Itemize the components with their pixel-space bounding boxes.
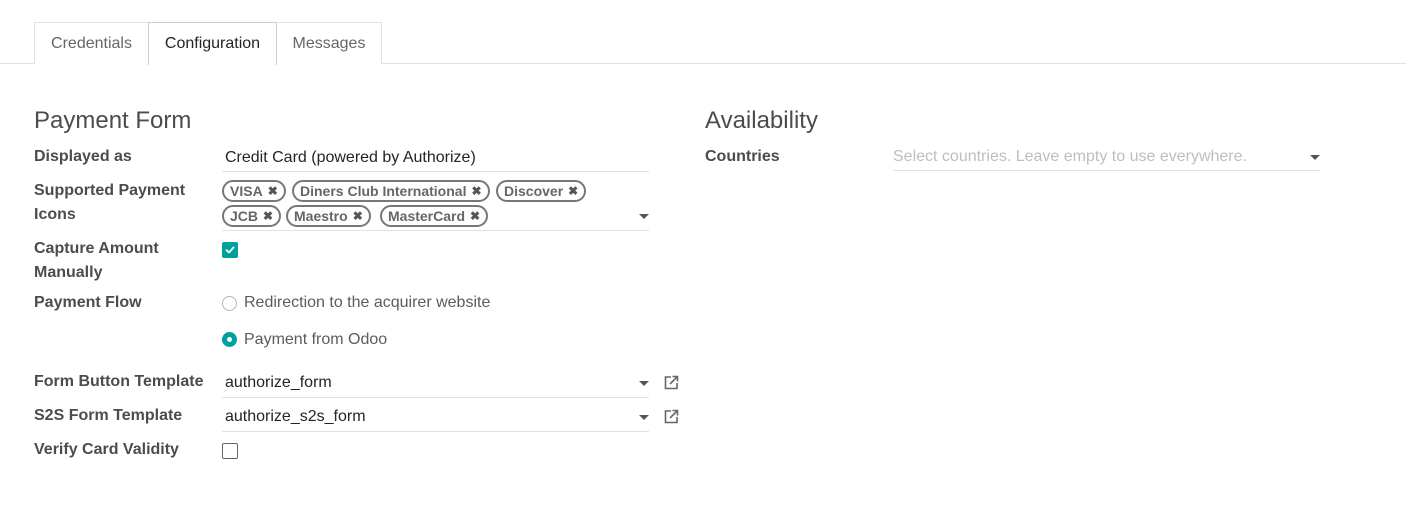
tag-jcb: JCB ✖	[222, 205, 282, 227]
capture-amount-checkbox[interactable]	[222, 242, 238, 258]
s2s-form-template-dropdown-icon[interactable]	[639, 415, 649, 420]
payment-flow-label: Payment Flow	[34, 294, 142, 311]
payment-form-title: Payment Form	[34, 107, 192, 134]
remove-tag-icon[interactable]: ✖	[471, 184, 481, 198]
remove-tag-icon[interactable]: ✖	[268, 184, 278, 198]
s2s-form-template-input[interactable]: authorize_s2s_form	[225, 407, 366, 427]
tag-mastercard: MasterCard ✖	[380, 205, 489, 227]
supported-icons-label-line1: Supported Payment	[34, 182, 186, 199]
tag-maestro: Maestro ✖	[286, 205, 371, 227]
tag-diners-club: Diners Club International ✖	[292, 180, 490, 202]
verify-card-validity-label: Verify Card Validity	[34, 441, 179, 458]
tag-discover: Discover ✖	[496, 180, 587, 202]
supported-icons-underline	[222, 230, 649, 231]
tab-configuration[interactable]: Configuration	[148, 22, 277, 65]
form-button-template-label: Form Button Template	[34, 373, 204, 390]
tag-label: Maestro	[294, 208, 348, 224]
verify-card-validity-checkbox[interactable]	[222, 443, 238, 459]
form-button-template-input[interactable]: authorize_form	[225, 373, 332, 393]
check-icon	[225, 246, 235, 254]
capture-amount-label-line1: Capture Amount	[34, 240, 159, 257]
tag-label: VISA	[230, 183, 263, 199]
tab-credentials[interactable]: Credentials	[34, 22, 149, 64]
radio-payment-from-odoo[interactable]	[222, 332, 237, 347]
s2s-form-template-underline	[222, 431, 649, 432]
tag-visa: VISA ✖	[222, 180, 286, 202]
countries-input[interactable]: Select countries. Leave empty to use eve…	[893, 147, 1247, 167]
countries-dropdown-icon[interactable]	[1310, 155, 1320, 160]
form-button-template-underline	[222, 397, 649, 398]
external-link-icon[interactable]	[662, 408, 680, 426]
radio-payment-from-odoo-label[interactable]: Payment from Odoo	[244, 330, 387, 350]
displayed-as-input[interactable]: Credit Card (powered by Authorize)	[225, 148, 476, 168]
remove-tag-icon[interactable]: ✖	[470, 209, 480, 223]
form-button-template-dropdown-icon[interactable]	[639, 381, 649, 386]
remove-tag-icon[interactable]: ✖	[568, 184, 578, 198]
availability-title: Availability	[705, 107, 818, 134]
remove-tag-icon[interactable]: ✖	[353, 209, 363, 223]
displayed-as-underline	[222, 171, 649, 172]
s2s-form-template-label: S2S Form Template	[34, 407, 183, 424]
radio-redirection[interactable]	[222, 296, 237, 311]
supported-icons-label-line2: Icons	[34, 206, 76, 223]
tag-label: Discover	[504, 183, 564, 199]
remove-tag-icon[interactable]: ✖	[263, 209, 273, 223]
radio-redirection-label[interactable]: Redirection to the acquirer website	[244, 293, 490, 313]
countries-label: Countries	[705, 148, 780, 165]
external-link-icon[interactable]	[662, 374, 680, 392]
tag-label: MasterCard	[388, 208, 466, 224]
capture-amount-label-line2: Manually	[34, 264, 103, 281]
displayed-as-label: Displayed as	[34, 148, 132, 165]
supported-icons-dropdown-icon[interactable]	[639, 214, 649, 219]
tag-label: JCB	[230, 208, 259, 224]
tag-label: Diners Club International	[300, 183, 467, 199]
tab-messages[interactable]: Messages	[276, 22, 382, 64]
notebook-tabs: Credentials Configuration Messages	[0, 0, 1406, 65]
countries-underline	[893, 170, 1320, 171]
